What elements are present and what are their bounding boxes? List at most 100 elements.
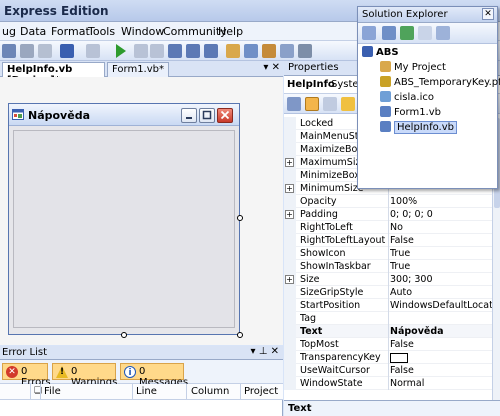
show-all-files-icon[interactable] <box>382 26 396 40</box>
menu-tools[interactable]: Tools <box>88 25 115 38</box>
property-row[interactable]: ShowIcon True <box>284 247 492 260</box>
close-icon[interactable]: ✕ <box>482 8 494 20</box>
property-value[interactable]: True <box>390 261 492 272</box>
pause-icon[interactable] <box>134 44 148 58</box>
col-file[interactable]: File <box>44 386 61 397</box>
solution-tree-item[interactable]: cisla.ico <box>380 91 434 103</box>
designer-form[interactable]: Nápověda <box>8 103 240 335</box>
solution-tree-item[interactable]: My Project <box>380 61 446 73</box>
alphabetical-icon[interactable] <box>305 97 319 111</box>
property-value[interactable]: False <box>390 339 492 350</box>
color-swatch[interactable] <box>390 352 408 363</box>
property-row[interactable]: TopMost False <box>284 338 492 351</box>
editor-area: HelpInfo.vb [Design]* Form1.vb* ▾ ✕ Nápo… <box>0 61 283 345</box>
error-list-filter-bar: ✕ 0 Errors ! 0 Warnings i 0 Messages <box>0 360 283 388</box>
property-row[interactable]: RightToLeft No <box>284 221 492 234</box>
tab-form1[interactable]: Form1.vb* <box>107 62 169 77</box>
tab-controls[interactable]: ▾ ✕ <box>263 62 280 73</box>
warnings-filter-button[interactable]: ! 0 Warnings <box>52 363 117 388</box>
ico-file-icon <box>380 91 391 102</box>
property-row[interactable]: StartPosition WindowsDefaultLocation <box>284 299 492 312</box>
property-row[interactable]: + Padding 0; 0; 0; 0 <box>284 208 492 221</box>
resize-handle-bottom[interactable] <box>121 332 127 338</box>
start-page-icon[interactable] <box>298 44 312 58</box>
property-row[interactable]: RightToLeftLayout False <box>284 234 492 247</box>
indent-icon[interactable] <box>2 44 16 58</box>
property-row[interactable]: TransparencyKey <box>284 351 492 364</box>
property-value[interactable]: Nápověda <box>390 326 492 337</box>
maximize-icon[interactable] <box>199 108 215 123</box>
refresh-icon[interactable] <box>400 26 414 40</box>
comment-icon[interactable] <box>38 44 52 58</box>
menu-format[interactable]: Format <box>51 25 90 38</box>
solution-tree-item[interactable]: HelpInfo.vb <box>380 121 457 134</box>
col-project[interactable]: Project <box>244 386 278 397</box>
property-row[interactable]: Tag <box>284 312 492 325</box>
tab-helpinfo-design[interactable]: HelpInfo.vb [Design]* <box>2 62 105 86</box>
property-value[interactable]: False <box>390 235 492 246</box>
expand-icon[interactable]: + <box>285 158 294 167</box>
solution-tree-item[interactable]: ABS_TemporaryKey.pfx <box>380 76 500 88</box>
property-value[interactable]: Normal <box>390 378 492 389</box>
property-value[interactable]: 0; 0; 0; 0 <box>390 209 492 220</box>
property-row[interactable]: Opacity 100% <box>284 195 492 208</box>
error-list-columns: ❏ File Line Column Project <box>0 384 283 400</box>
categorized-icon[interactable] <box>287 97 301 111</box>
resize-handle-corner[interactable] <box>237 332 243 338</box>
close-icon[interactable] <box>217 108 233 123</box>
object-browser-icon[interactable] <box>280 44 294 58</box>
step-into-icon[interactable] <box>168 44 182 58</box>
property-value[interactable]: True <box>390 248 492 259</box>
expand-icon[interactable]: + <box>285 210 294 219</box>
expand-icon[interactable]: + <box>285 275 294 284</box>
property-row[interactable]: Text Nápověda <box>284 325 492 338</box>
col-line[interactable]: Line <box>136 386 157 397</box>
col-column[interactable]: Column <box>191 386 229 397</box>
solution-tree: ABS My Project ABS_TemporaryKey.pfx cisla.i… <box>358 44 500 188</box>
start-debug-icon[interactable] <box>116 44 126 58</box>
property-value[interactable]: 300; 300 <box>390 274 492 285</box>
property-name: Padding <box>300 209 338 220</box>
property-row[interactable]: + Size 300; 300 <box>284 273 492 286</box>
undo-icon[interactable] <box>60 44 74 58</box>
redo-icon[interactable] <box>86 44 100 58</box>
menu-debug[interactable]: ug <box>2 25 16 38</box>
toolbox-icon[interactable] <box>262 44 276 58</box>
solution-tree-label: ABS_TemporaryKey.pfx <box>394 77 500 88</box>
resize-handle-right[interactable] <box>237 215 243 221</box>
property-value[interactable]: No <box>390 222 492 233</box>
properties-icon[interactable] <box>362 26 376 40</box>
expand-icon[interactable]: + <box>285 184 294 193</box>
view-code-icon[interactable] <box>418 26 432 40</box>
menu-data[interactable]: Data <box>20 25 46 38</box>
view-designer-icon[interactable] <box>436 26 450 40</box>
property-value[interactable]: 100% <box>390 196 492 207</box>
solution-tree-item[interactable]: Form1.vb <box>380 106 441 118</box>
property-pages-icon[interactable] <box>323 97 337 111</box>
stop-icon[interactable] <box>150 44 164 58</box>
property-row[interactable]: ShowInTaskbar True <box>284 260 492 273</box>
property-row[interactable]: WindowState Normal <box>284 377 492 390</box>
outdent-icon[interactable] <box>20 44 34 58</box>
step-over-icon[interactable] <box>186 44 200 58</box>
form-client-area[interactable] <box>13 130 235 328</box>
property-value[interactable]: WindowsDefaultLocation <box>390 300 492 311</box>
panel-controls[interactable]: ▾ ⊥ ✕ <box>251 346 279 357</box>
messages-filter-button[interactable]: i 0 Messages <box>120 363 188 388</box>
menu-window[interactable]: Window <box>121 25 164 38</box>
property-row[interactable]: UseWaitCursor False <box>284 364 492 377</box>
events-icon[interactable] <box>341 97 355 111</box>
errors-filter-button[interactable]: ✕ 0 Errors <box>2 363 51 388</box>
step-out-icon[interactable] <box>204 44 218 58</box>
form-designer-surface[interactable]: Nápověda <box>0 77 283 345</box>
property-value[interactable]: False <box>390 365 492 376</box>
properties-icon[interactable] <box>244 44 258 58</box>
property-value[interactable]: Auto <box>390 287 492 298</box>
menu-help[interactable]: Help <box>218 25 243 38</box>
property-value[interactable] <box>390 352 492 363</box>
minimize-icon[interactable] <box>181 108 197 123</box>
property-row[interactable]: SizeGripStyle Auto <box>284 286 492 299</box>
solution-explorer-icon[interactable] <box>226 44 240 58</box>
solution-tree-item[interactable]: ABS <box>362 46 399 58</box>
property-name: UseWaitCursor <box>300 365 370 376</box>
